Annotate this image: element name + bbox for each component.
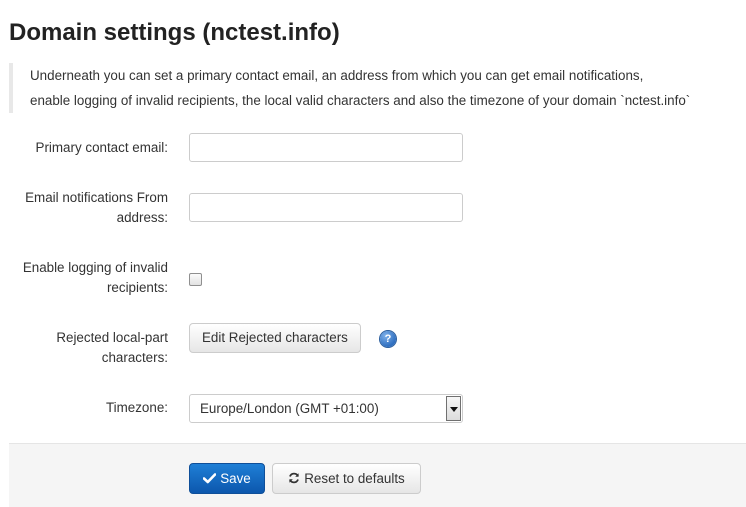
page-title: Domain settings (nctest.info) [9,19,340,46]
primary-email-input[interactable] [189,133,463,162]
chevron-down-icon[interactable] [446,396,461,421]
notification-from-label-line-1: Email notifications From [25,190,168,205]
notification-from-label: Email notifications From address: [25,188,168,228]
reset-to-defaults-button[interactable]: Reset to defaults [272,463,421,494]
notification-from-label-line-2: address: [116,210,168,225]
save-button-label: Save [220,471,251,486]
notification-from-input[interactable] [189,193,463,222]
check-icon [203,473,217,484]
rejected-chars-label-line-1: Rejected local-part [56,330,168,345]
intro-line-2: enable logging of invalid recipients, th… [30,93,691,108]
rejected-chars-label-line-2: characters: [101,350,168,365]
log-invalid-label: Enable logging of invalid recipients: [23,258,168,298]
reset-button-label: Reset to defaults [304,471,405,486]
log-invalid-label-line-1: Enable logging of invalid [22,260,168,275]
log-invalid-label-line-2: recipients: [106,280,168,295]
intro-description: Underneath you can set a primary contact… [9,63,746,113]
rejected-chars-label: Rejected local-part characters: [56,328,168,368]
timezone-select[interactable]: Europe/London (GMT +01:00) [189,394,463,423]
refresh-icon [289,473,300,484]
timezone-selected-value: Europe/London (GMT +01:00) [200,401,379,416]
help-icon[interactable]: ? [380,331,396,347]
save-button[interactable]: Save [189,463,265,494]
edit-rejected-characters-button[interactable]: Edit Rejected characters [189,323,361,353]
primary-email-label: Primary contact email: [35,140,168,155]
form-footer: Save Reset to defaults [9,443,746,507]
timezone-label: Timezone: [105,400,168,415]
intro-line-1: Underneath you can set a primary contact… [30,68,644,83]
log-invalid-checkbox[interactable] [189,273,202,286]
